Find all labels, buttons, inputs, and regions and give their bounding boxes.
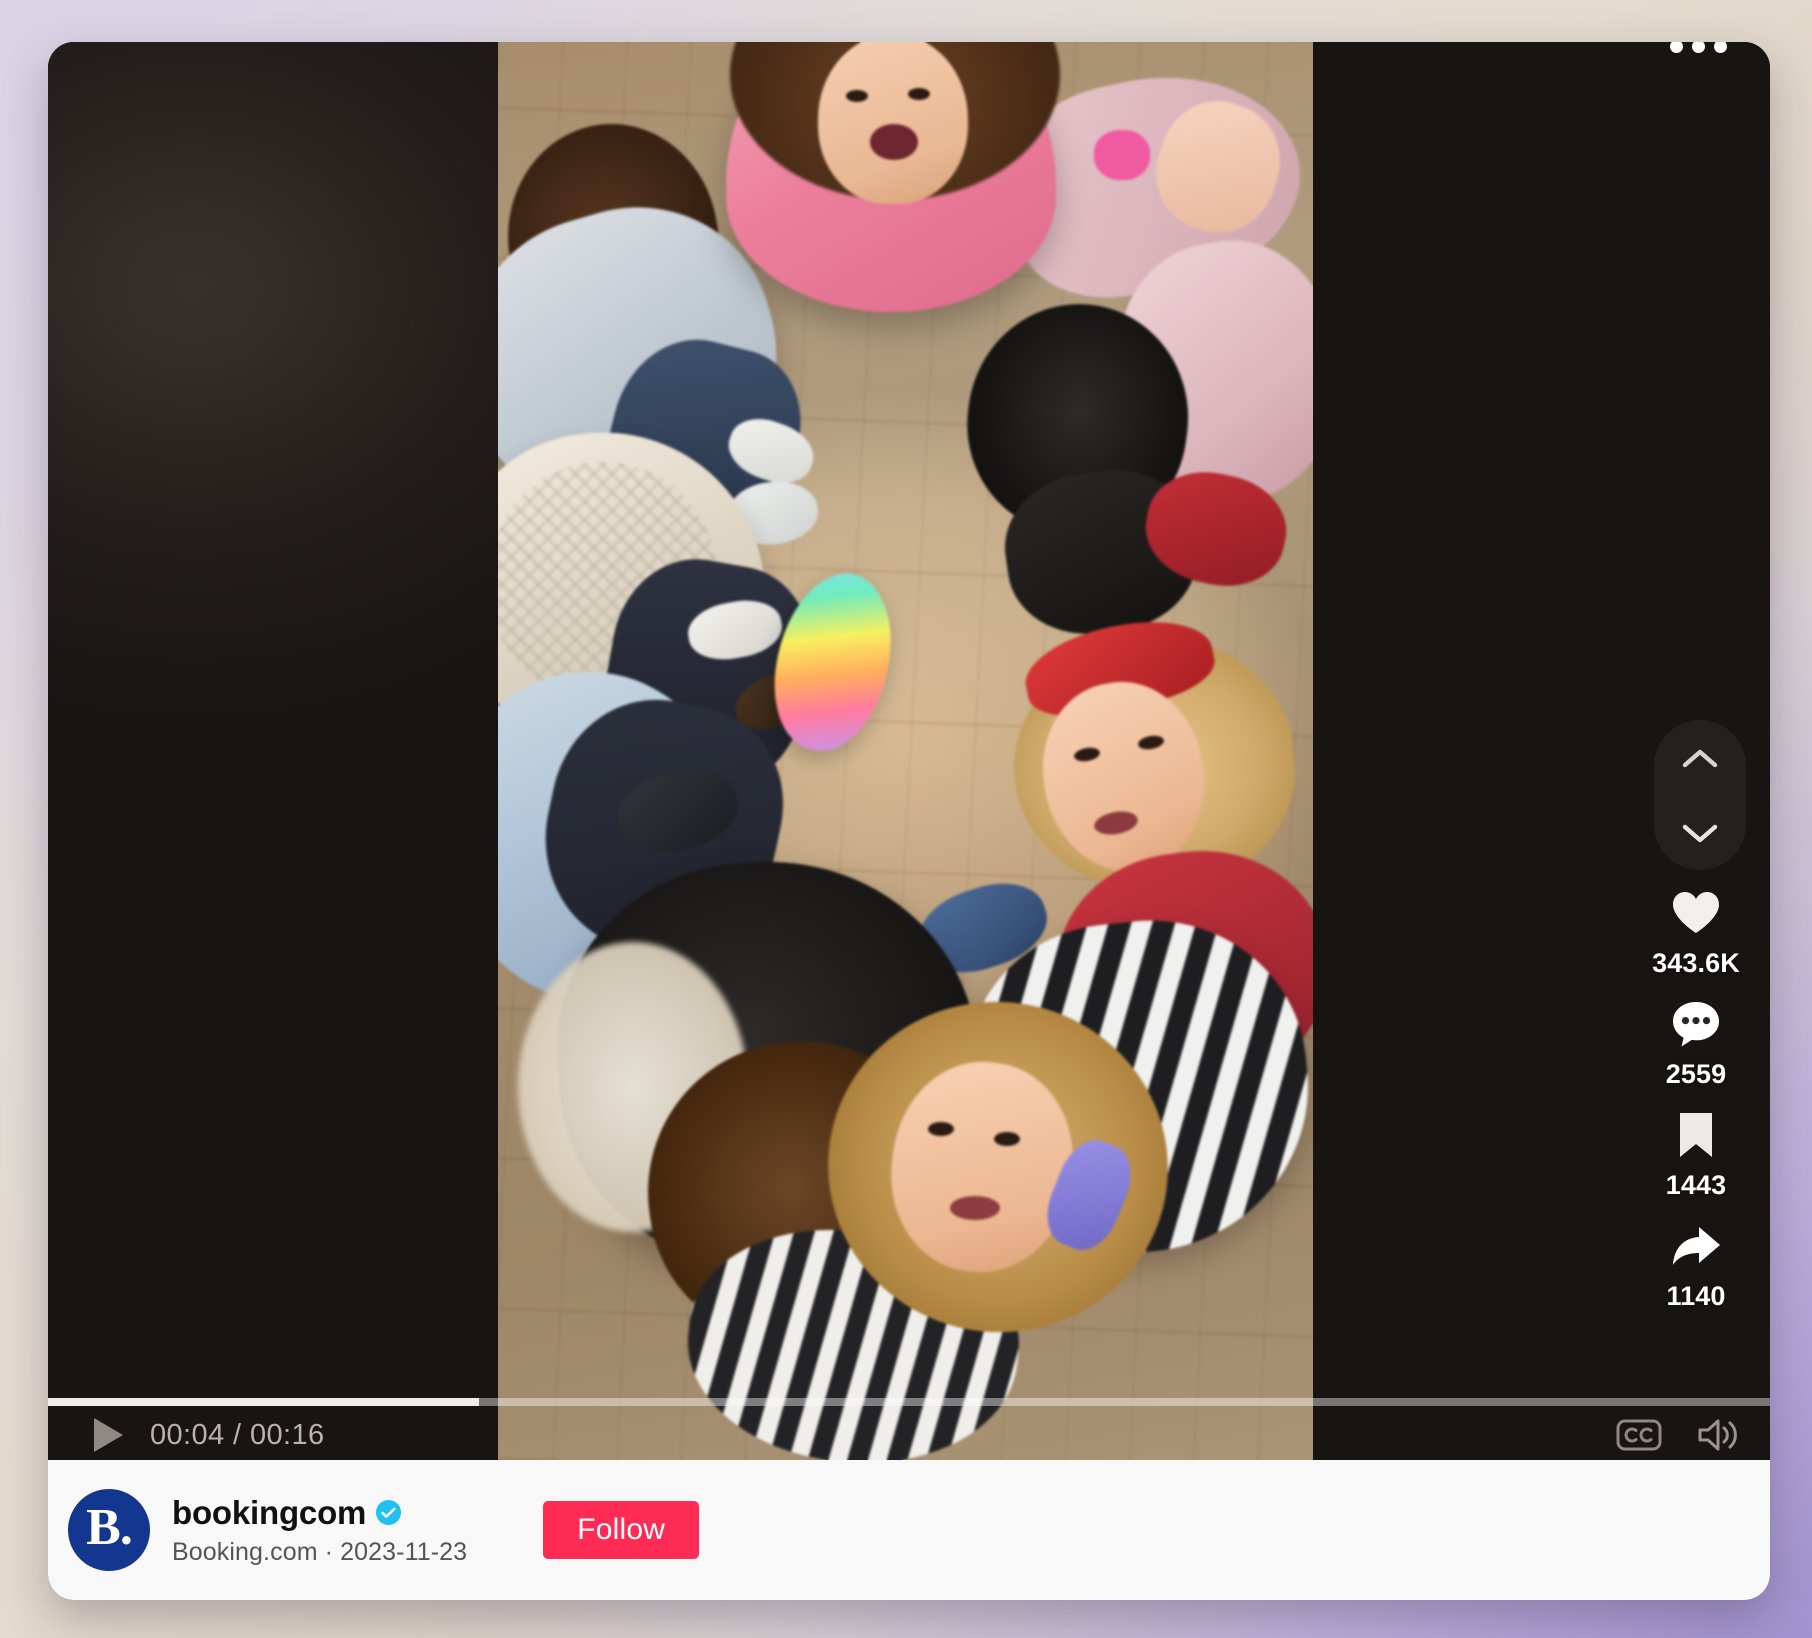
author-bar: B. bookingcom Booking.com · 2023-11-23 F… xyxy=(48,1460,1770,1600)
volume-button[interactable] xyxy=(1696,1417,1740,1453)
person-figure xyxy=(870,124,918,160)
captions-button[interactable] xyxy=(1616,1419,1662,1451)
bookmark-icon xyxy=(1680,1113,1712,1157)
check-icon xyxy=(381,1507,396,1518)
author-info: bookingcom Booking.com · 2023-11-23 xyxy=(172,1494,467,1567)
verified-badge-icon xyxy=(376,1500,402,1525)
action-rail: 343.6K 2559 1443 1140 xyxy=(1640,882,1752,1326)
person-figure xyxy=(950,1196,1000,1220)
share-count: 1140 xyxy=(1666,1281,1726,1311)
person-figure xyxy=(846,90,868,102)
progress-fill xyxy=(48,1398,479,1406)
comment-count: 2559 xyxy=(1665,1059,1727,1089)
play-button[interactable] xyxy=(86,1413,130,1457)
controls-right-group xyxy=(1616,1417,1740,1453)
video-player[interactable]: 343.6K 2559 1443 1140 00:04 / 00:16 B. b… xyxy=(48,42,1770,1600)
time-display: 00:04 / 00:16 xyxy=(150,1418,325,1451)
next-video-button[interactable] xyxy=(1670,806,1730,860)
previous-video-button[interactable] xyxy=(1670,731,1730,785)
avatar-initials: B. xyxy=(86,1499,133,1556)
comment-icon-wrap xyxy=(1664,993,1728,1055)
follow-button[interactable]: Follow xyxy=(543,1501,700,1559)
ellipsis-icon xyxy=(1691,42,1705,53)
like-count: 343.6K xyxy=(1652,948,1740,978)
more-options-button[interactable] xyxy=(1662,42,1734,66)
author-meta: Booking.com · 2023-11-23 xyxy=(172,1537,468,1566)
person-figure xyxy=(908,88,930,100)
author-handle-row: bookingcom xyxy=(172,1494,467,1532)
ellipsis-icon xyxy=(1713,42,1727,53)
comment-button[interactable]: 2559 xyxy=(1664,993,1728,1090)
share-button[interactable]: 1140 xyxy=(1664,1215,1728,1312)
progress-bar[interactable] xyxy=(48,1398,1770,1406)
share-icon-wrap xyxy=(1664,1215,1728,1277)
ellipsis-icon xyxy=(1669,42,1683,53)
save-count: 1443 xyxy=(1665,1170,1727,1200)
video-content[interactable] xyxy=(498,42,1313,1460)
share-icon xyxy=(1673,1227,1720,1265)
player-controls: 00:04 / 00:16 xyxy=(48,1410,1770,1460)
save-button[interactable]: 1443 xyxy=(1664,1104,1728,1201)
chevron-up-icon xyxy=(1682,749,1718,767)
volume-on-icon xyxy=(1698,1419,1737,1451)
save-icon-wrap xyxy=(1664,1104,1728,1166)
video-navigation xyxy=(1654,720,1746,870)
play-icon xyxy=(94,1418,123,1452)
heart-icon xyxy=(1672,892,1719,933)
chevron-down-icon xyxy=(1682,824,1718,842)
closed-captions-icon xyxy=(1616,1419,1662,1451)
person-figure xyxy=(994,1132,1020,1146)
video-stage[interactable]: 343.6K 2559 1443 1140 00:04 / 00:16 xyxy=(48,42,1770,1460)
person-figure xyxy=(818,42,968,204)
person-figure xyxy=(928,1122,954,1136)
like-icon-wrap xyxy=(1664,882,1728,944)
person-figure xyxy=(1094,130,1150,180)
avatar[interactable]: B. xyxy=(68,1489,150,1571)
comment-icon xyxy=(1673,1002,1719,1047)
like-button[interactable]: 343.6K xyxy=(1652,882,1740,979)
author-handle[interactable]: bookingcom xyxy=(172,1494,366,1532)
